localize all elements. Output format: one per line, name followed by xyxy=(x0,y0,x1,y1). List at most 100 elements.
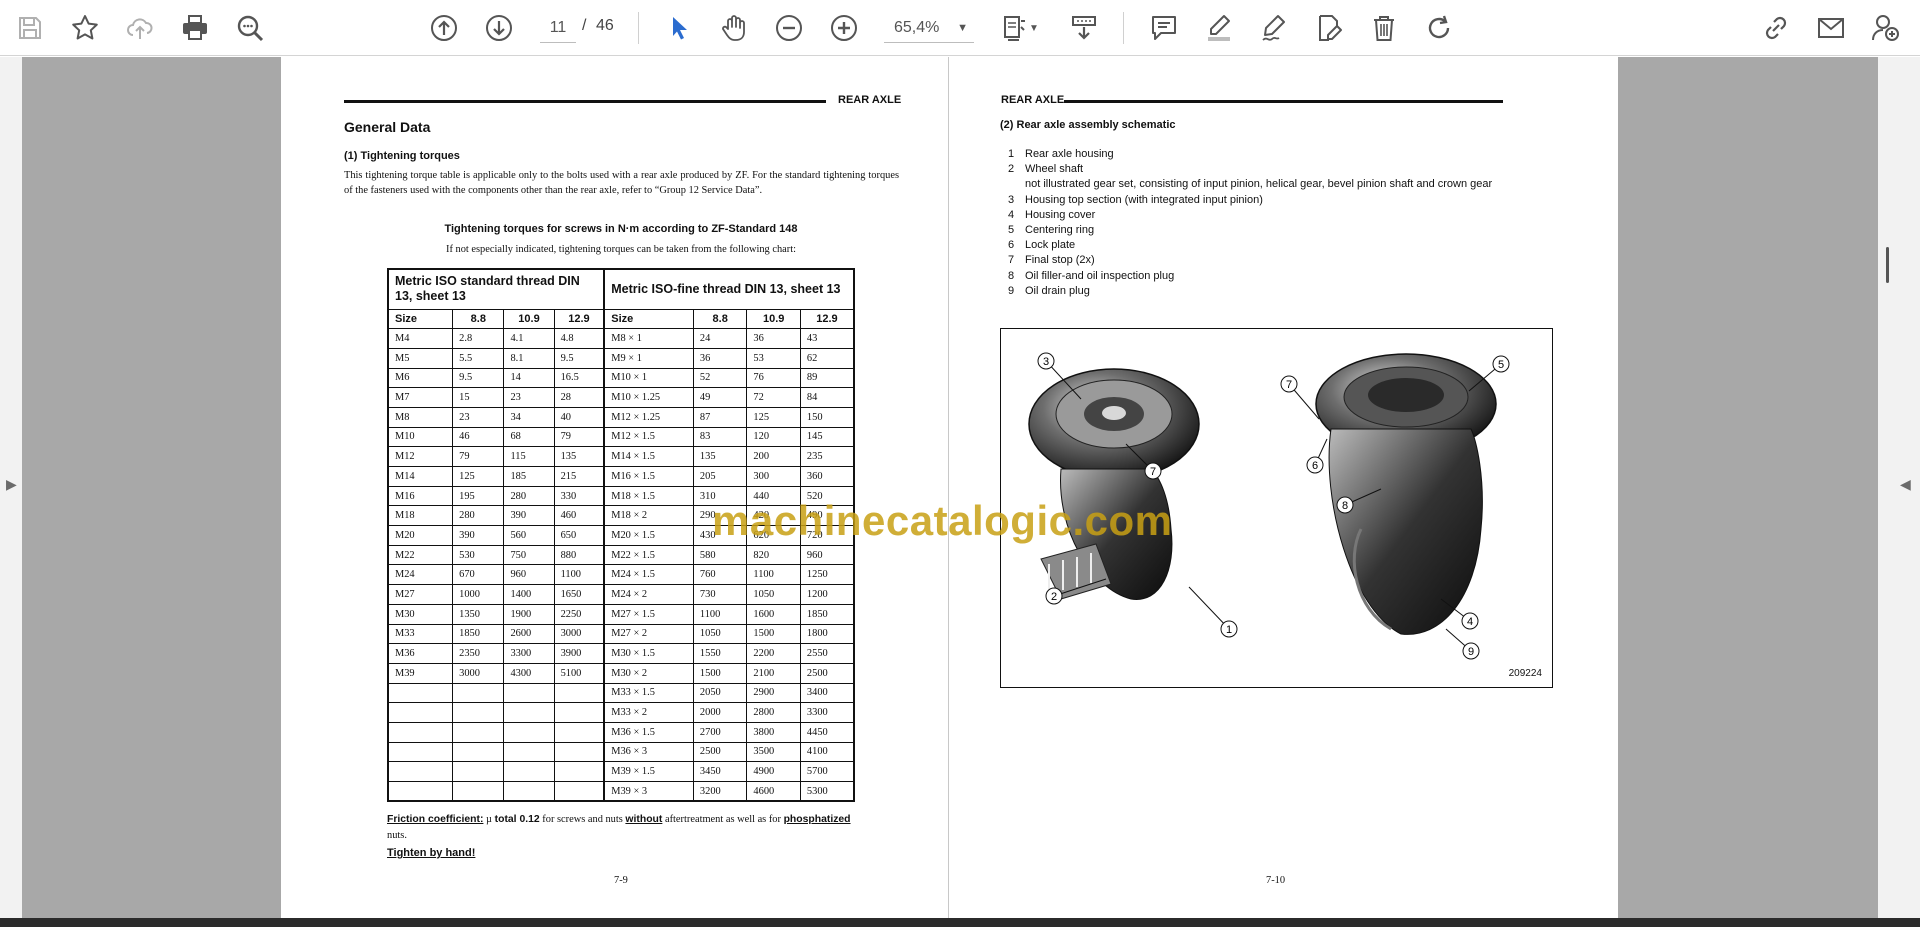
table-cell: M24 × 1.5 xyxy=(603,564,694,586)
table-cell: 1850 xyxy=(452,623,505,645)
delete-trash-icon[interactable] xyxy=(1364,8,1404,48)
email-envelope-icon[interactable] xyxy=(1811,8,1851,48)
part-label: Rear axle housing xyxy=(1025,148,1114,160)
callout-number: 9 xyxy=(1468,646,1474,658)
table-row: M10 46 68 79 M12 × 1.5 83 120 145 xyxy=(387,426,855,448)
table-row: M12 79 115 135 M14 × 1.5 135 200 235 xyxy=(387,446,855,467)
expand-left-panel-icon[interactable]: ▶ xyxy=(6,477,17,493)
table-cell: 3450 xyxy=(692,761,748,782)
table-cell: 430 xyxy=(692,525,748,546)
table-cell: 1550 xyxy=(692,643,748,664)
table-row: M30 1350 1900 2250 M27 × 1.5 1100 1600 1850 xyxy=(387,603,855,625)
toolbar: / 46 65,4% ▼ ▼ xyxy=(0,0,1920,56)
table-cell: 2250 xyxy=(553,603,606,625)
chevron-down-icon[interactable]: ▼ xyxy=(1024,8,1044,48)
table-cell: 2900 xyxy=(746,682,801,704)
bookmark-star-icon[interactable] xyxy=(65,8,105,48)
table-cell: 215 xyxy=(553,466,606,487)
table-cell: 83 xyxy=(692,426,748,448)
list-item: 2 Wheel shaft xyxy=(1008,162,1492,177)
part-label: Lock plate xyxy=(1025,239,1076,252)
expand-right-panel-icon[interactable]: ◀ xyxy=(1900,477,1911,493)
table-cell: 3300 xyxy=(503,643,555,664)
part-number: 9 xyxy=(1008,284,1015,297)
group-header-standard-thread: Metric ISO standard thread DIN 13, sheet… xyxy=(387,268,606,310)
right-panel-rail[interactable]: ◀ xyxy=(1878,57,1920,918)
table-cell xyxy=(503,682,555,704)
highlight-pen-icon[interactable] xyxy=(1199,8,1239,48)
redo-rotate-icon[interactable] xyxy=(1419,8,1459,48)
table-cell: 4100 xyxy=(799,741,855,763)
page-total: 46 xyxy=(596,17,614,34)
column-header: Size xyxy=(387,308,454,330)
table-cell: 670 xyxy=(452,564,505,586)
edit-document-icon[interactable] xyxy=(1309,8,1349,48)
part-number: 3 xyxy=(1008,193,1015,206)
table-cell: M33 × 2 xyxy=(603,702,694,723)
table-cell: 1100 xyxy=(692,603,748,625)
scroll-mode-icon[interactable] xyxy=(1064,8,1104,48)
table-cell: 125 xyxy=(746,406,801,428)
table-cell: 205 xyxy=(692,466,748,487)
share-link-icon[interactable] xyxy=(1756,8,1796,48)
friction-total: total 0.12 xyxy=(494,814,540,825)
table-cell: M8 xyxy=(387,406,454,428)
table-cell xyxy=(452,761,505,782)
scrollbar-thumb[interactable] xyxy=(1886,247,1889,283)
draw-signature-icon[interactable] xyxy=(1254,8,1294,48)
zoom-in-icon[interactable] xyxy=(824,8,864,48)
table-cell xyxy=(553,702,606,723)
header-rule xyxy=(344,100,826,103)
table-cell: 460 xyxy=(553,505,606,527)
next-page-icon[interactable] xyxy=(479,8,519,48)
part-number: 6 xyxy=(1008,239,1015,252)
part-number: 5 xyxy=(1008,224,1015,237)
left-panel-rail[interactable]: ▶ xyxy=(0,57,22,918)
table-cell: 1850 xyxy=(799,603,855,625)
table-row: M36 × 1.5 2700 3800 4450 xyxy=(387,721,855,743)
table-row: M36 × 3 2500 3500 4100 xyxy=(387,741,855,763)
table-cell: M30 xyxy=(387,603,454,625)
table-cell: 440 xyxy=(746,485,801,507)
table-cell: 14 xyxy=(503,367,555,389)
table-cell: 280 xyxy=(503,485,555,507)
hand-tool-icon[interactable] xyxy=(714,8,754,48)
table-cell: 390 xyxy=(503,505,555,527)
callout-number: 1 xyxy=(1226,624,1232,636)
document-viewer[interactable]: ▶ REAR AXLE General Data (1) Tightening … xyxy=(0,57,1920,918)
save-icon[interactable] xyxy=(10,8,50,48)
page-number-input[interactable] xyxy=(540,13,576,43)
zoom-level-dropdown[interactable]: 65,4% ▼ xyxy=(884,13,974,43)
select-cursor-icon[interactable] xyxy=(659,8,699,48)
table-cell xyxy=(387,721,454,743)
group-header-fine-thread: Metric ISO-fine thread DIN 13, sheet 13 xyxy=(603,268,855,310)
table-cell: M12 × 1.25 xyxy=(603,406,694,428)
table-cell: M14 × 1.5 xyxy=(603,446,694,467)
table-row: M7 15 23 28 M10 × 1.25 49 72 84 xyxy=(387,387,855,408)
tighten-note: Tighten by hand! xyxy=(387,847,476,859)
comment-icon[interactable] xyxy=(1144,8,1184,48)
table-row: M5 5.5 8.1 9.5 M9 × 1 36 53 62 xyxy=(387,347,855,369)
table-cell xyxy=(387,781,454,802)
table-cell: 150 xyxy=(799,406,855,428)
zoom-out-icon[interactable] xyxy=(769,8,809,48)
page-header: REAR AXLE xyxy=(838,94,902,106)
table-cell: 120 xyxy=(746,426,801,448)
table-cell: M24 × 2 xyxy=(603,584,694,605)
cloud-upload-icon[interactable] xyxy=(120,8,160,48)
table-cell: 125 xyxy=(452,466,505,487)
list-item: 4 Housing cover xyxy=(1008,208,1492,223)
zoom-search-icon[interactable] xyxy=(230,8,270,48)
table-cell: 3800 xyxy=(746,721,801,743)
list-item: 3 Housing top section (with integrated in… xyxy=(1008,193,1492,208)
previous-page-icon[interactable] xyxy=(424,8,464,48)
table-cell: 16.5 xyxy=(553,367,606,389)
add-user-icon[interactable] xyxy=(1866,8,1906,48)
table-cell: 23 xyxy=(503,387,555,408)
table-cell: M5 xyxy=(387,347,454,369)
print-icon[interactable] xyxy=(175,8,215,48)
table-cell xyxy=(387,741,454,763)
table-cell: 195 xyxy=(452,485,505,507)
table-cell: 960 xyxy=(503,564,555,586)
table-cell: M36 × 3 xyxy=(603,741,694,763)
